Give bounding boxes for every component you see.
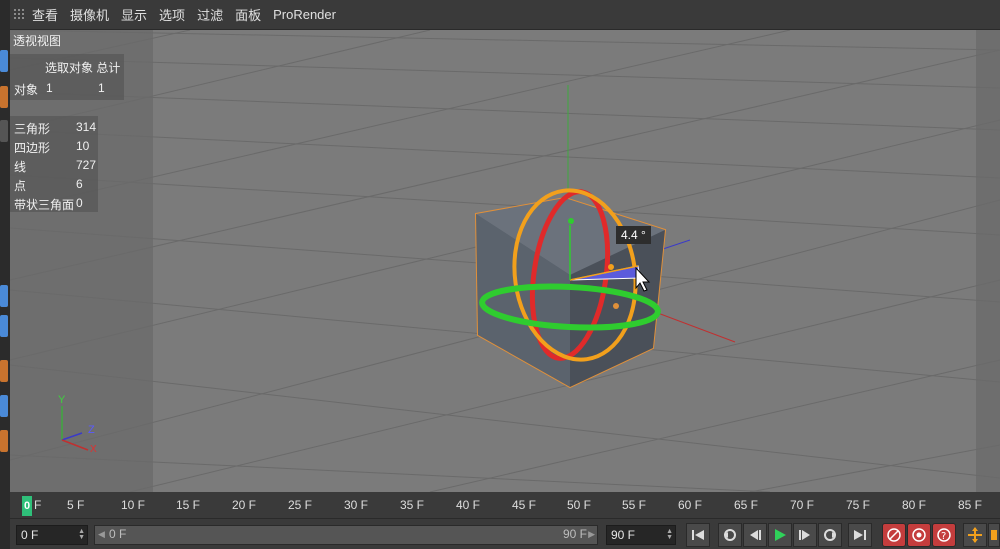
timeline-tick: 20 F <box>232 498 257 512</box>
go-to-start-icon <box>692 530 704 540</box>
menu-camera[interactable]: 摄像机 <box>70 5 109 24</box>
scale-track-button[interactable] <box>988 523 1000 547</box>
timeline-tick: 55 F <box>622 498 647 512</box>
timeline-tick: 10 F <box>121 498 146 512</box>
go-to-end-button[interactable] <box>848 523 872 547</box>
tool-button[interactable] <box>0 50 8 72</box>
current-frame-field[interactable]: 0 F ▲ ▼ <box>16 525 88 545</box>
tool-button[interactable] <box>0 315 8 337</box>
go-to-start-button[interactable] <box>686 523 710 547</box>
menu-prorender[interactable]: ProRender <box>273 7 336 22</box>
hud-stat-label: 带状三角面 <box>14 198 75 212</box>
tool-button[interactable] <box>0 120 8 142</box>
perspective-viewport[interactable]: 透视视图 选取对象 总计 对象 1 1 三角形 314 四边形 10 线 727… <box>10 30 1000 492</box>
hud-stat-label: 点 <box>14 179 27 193</box>
range-left-arrow-icon[interactable]: ◀ <box>98 529 105 540</box>
timeline-tick: 35 F <box>400 498 425 512</box>
spinner-icon[interactable]: ▲ ▼ <box>666 528 673 541</box>
timeline-tick: 5 F <box>67 498 85 512</box>
range-right-arrow-icon[interactable]: ▶ <box>588 529 595 540</box>
timeline-ruler[interactable]: 0 F 5 F 10 F 15 F 20 F 25 F 30 F 35 F 40… <box>10 492 1000 518</box>
hud-stat-value: 727 <box>76 158 97 172</box>
timeline-tick: 80 F <box>902 498 927 512</box>
next-frame-button[interactable] <box>793 523 817 547</box>
move-arrows-icon <box>968 527 982 543</box>
timeline-tick: 75 F <box>846 498 871 512</box>
timeline-tick: 50 F <box>567 498 592 512</box>
go-to-end-icon <box>854 530 866 540</box>
tool-button[interactable] <box>0 285 8 307</box>
previous-key-button[interactable] <box>718 523 742 547</box>
tool-button[interactable] <box>0 86 8 108</box>
record-keys-button[interactable] <box>882 523 906 547</box>
auto-key-button[interactable] <box>907 523 931 547</box>
menu-options[interactable]: 选项 <box>159 5 185 24</box>
timeline-tick: 25 F <box>288 498 313 512</box>
stats-hud: 三角形 314 四边形 10 线 727 点 6 带状三角面 0 <box>10 116 98 212</box>
position-track-button[interactable] <box>963 523 987 547</box>
viewport-title: 透视视图 <box>13 34 62 48</box>
hud-stat-label: 线 <box>14 160 27 174</box>
next-key-button[interactable] <box>818 523 842 547</box>
previous-frame-button[interactable] <box>743 523 767 547</box>
hud-stat-label: 四边形 <box>14 141 51 155</box>
scale-track-icon <box>991 530 997 540</box>
help-key-icon: ? <box>937 528 951 542</box>
gizmo-y-label: Y <box>58 394 66 406</box>
viewport-menubar: 查看 摄像机 显示 选项 过滤 面板 ProRender <box>10 0 1000 30</box>
timeline-tick: 60 F <box>678 498 703 512</box>
menu-panel[interactable]: 面板 <box>235 5 261 24</box>
hud-stat-value: 10 <box>76 139 90 153</box>
timeline-tick: 30 F <box>344 498 369 512</box>
current-frame-marker[interactable]: 0 <box>22 496 32 516</box>
timeline-tick: 40 F <box>456 498 481 512</box>
tool-button[interactable] <box>0 430 8 452</box>
hud-object-label: 对象 <box>14 83 39 97</box>
tool-button[interactable] <box>0 360 8 382</box>
hud-stat-label: 三角形 <box>14 122 51 136</box>
range-start-label: 0 F <box>109 527 127 541</box>
hud-selected-count: 1 <box>46 81 53 95</box>
current-frame-unit: F <box>34 498 42 512</box>
hud-total-count: 1 <box>98 81 105 95</box>
hud-stat-value: 0 <box>76 196 83 210</box>
play-icon <box>775 529 786 541</box>
keyframe-selection-button[interactable]: ? <box>932 523 956 547</box>
play-button[interactable] <box>768 523 792 547</box>
transport-bar: 0 F ▲ ▼ ◀ 0 F 90 F ▶ 90 F ▲ ▼ ? <box>10 518 1000 549</box>
preview-range-slider[interactable]: ◀ 0 F 90 F ▶ <box>94 525 598 545</box>
viewport-scene <box>10 30 1000 492</box>
hud-stat-value: 314 <box>76 120 97 134</box>
menu-view[interactable]: 查看 <box>32 5 58 24</box>
timeline-tick: 70 F <box>790 498 815 512</box>
end-frame-field[interactable]: 90 F ▲ ▼ <box>606 525 676 545</box>
hud-stat-value: 6 <box>76 177 83 191</box>
hud-selection-header: 选取对象 总计 <box>45 61 121 75</box>
rotation-angle-label: 4.4 ° <box>616 226 651 244</box>
timeline-tick: 65 F <box>734 498 759 512</box>
selection-hud: 选取对象 总计 对象 1 1 <box>10 54 124 100</box>
gizmo-z-label: Z <box>88 424 95 436</box>
range-end-label: 90 F <box>562 527 587 541</box>
record-key-icon <box>887 528 901 542</box>
current-frame-value: 0 F <box>21 528 39 542</box>
gizmo-x-label: X <box>90 444 97 455</box>
timeline-tick: 85 F <box>958 498 983 512</box>
next-frame-icon <box>799 530 810 540</box>
next-key-icon <box>824 529 836 541</box>
end-frame-value: 90 F <box>611 528 636 542</box>
previous-key-icon <box>724 529 736 541</box>
left-tool-strip <box>0 0 10 549</box>
menu-filter[interactable]: 过滤 <box>197 5 223 24</box>
previous-frame-icon <box>750 530 761 540</box>
svg-text:?: ? <box>941 531 946 542</box>
tool-button[interactable] <box>0 395 8 417</box>
menu-display[interactable]: 显示 <box>121 5 147 24</box>
spinner-icon[interactable]: ▲ ▼ <box>78 528 85 541</box>
timeline-tick: 45 F <box>512 498 537 512</box>
timeline-tick: 15 F <box>176 498 201 512</box>
auto-key-icon <box>912 528 926 542</box>
grip-icon[interactable] <box>14 8 26 21</box>
